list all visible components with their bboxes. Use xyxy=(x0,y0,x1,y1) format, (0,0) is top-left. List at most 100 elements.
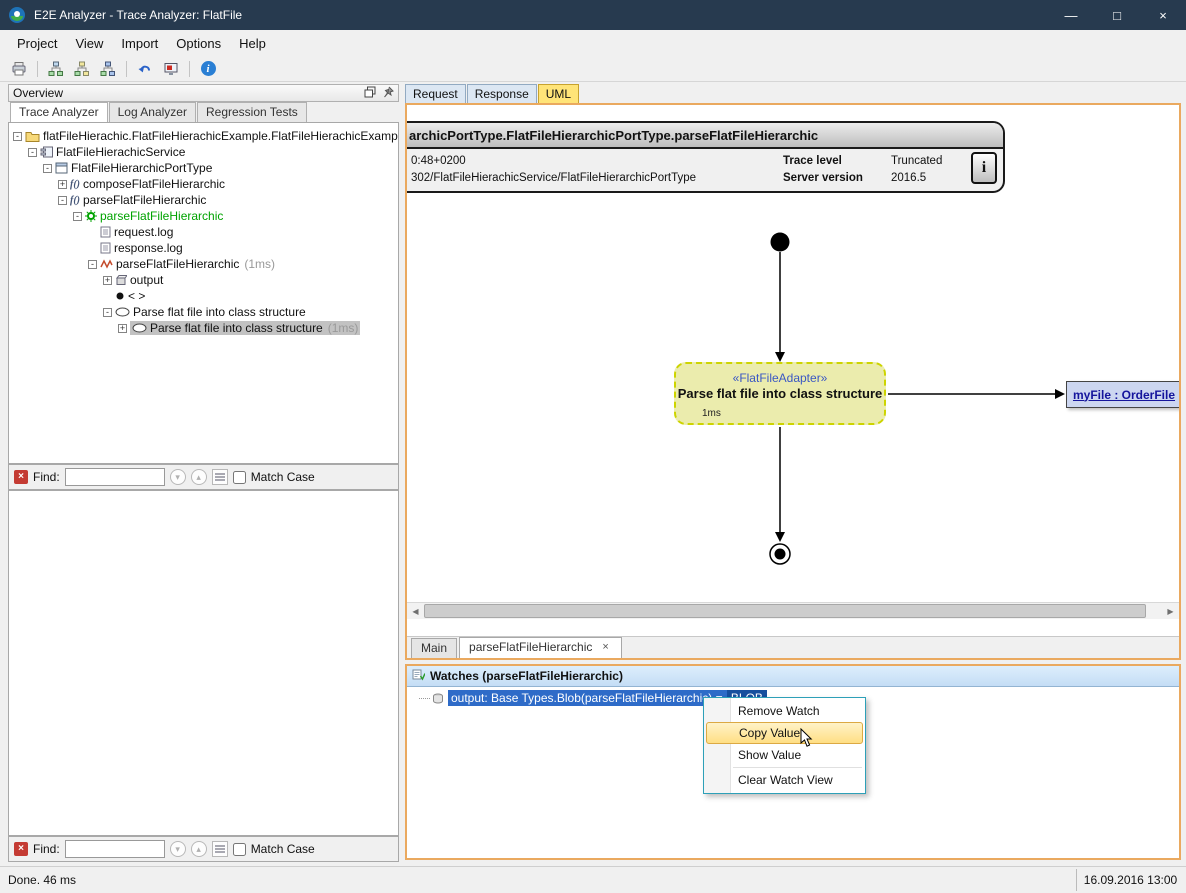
tab-request[interactable]: Request xyxy=(405,84,466,103)
trace-overview-icon[interactable] xyxy=(45,58,67,80)
scroll-right-icon[interactable]: ▶ xyxy=(1162,603,1179,619)
tree-item-example-root[interactable]: - flatFileHierachic.FlatFileHierachicExa… xyxy=(9,128,398,144)
tab-trace-analyzer[interactable]: Trace Analyzer xyxy=(10,102,108,123)
pin-icon[interactable] xyxy=(382,86,394,101)
toolbar-separator xyxy=(37,61,38,77)
tab-regression-tests[interactable]: Regression Tests xyxy=(197,102,307,122)
tree-item-parse-trace[interactable]: - parseFlatFileHierarchic (1ms) xyxy=(9,256,398,272)
find-options-icon[interactable] xyxy=(212,469,228,485)
horizontal-scrollbar[interactable]: ◀ ▶ xyxy=(407,602,1179,619)
detail-tabs: Request Response UML xyxy=(405,84,579,103)
activity-node-parse[interactable]: «FlatFileAdapter» Parse flat file into c… xyxy=(674,362,886,425)
trace-import-icon[interactable] xyxy=(71,58,93,80)
expander-icon[interactable]: - xyxy=(58,196,67,205)
tree-item-label: FlatFileHierachicService xyxy=(56,145,185,159)
doc-tab-main[interactable]: Main xyxy=(411,638,457,658)
tree-item-parse-action-instance[interactable]: + Parse flat file into class structure (… xyxy=(9,320,398,336)
tree-item-label: FlatFileHierarchicPortType xyxy=(71,161,212,175)
maximize-button[interactable]: □ xyxy=(1094,0,1140,30)
find-prev-icon[interactable]: ▴ xyxy=(191,469,207,485)
tree-item-service[interactable]: - FlatFileHierachicService xyxy=(9,144,398,160)
server-version-value: 2016.5 xyxy=(891,172,963,184)
title-bar: E2E Analyzer - Trace Analyzer: FlatFile … xyxy=(0,0,1186,30)
find-input[interactable] xyxy=(65,840,165,858)
tree-item-porttype[interactable]: - FlatFileHierarchicPortType xyxy=(9,160,398,176)
tree-item-duration: (1ms) xyxy=(244,257,275,271)
menu-options[interactable]: Options xyxy=(167,32,230,55)
expander-icon[interactable]: - xyxy=(13,132,22,141)
tree-item-request-log[interactable]: request.log xyxy=(9,224,398,240)
tree-item-response-log[interactable]: response.log xyxy=(9,240,398,256)
toolbar-separator xyxy=(126,61,127,77)
trace-info-row: 302/FlatFileHierachicService/FlatFileHie… xyxy=(411,169,963,186)
close-find-icon[interactable]: × xyxy=(14,842,28,856)
watch-expression: output: Base Types.Blob(parseFlatFileHie… xyxy=(448,690,727,706)
tree-item-label: composeFlatFileHierarchic xyxy=(83,177,225,191)
print-icon[interactable] xyxy=(8,58,30,80)
tree-connector xyxy=(419,698,430,699)
tab-log-analyzer[interactable]: Log Analyzer xyxy=(109,102,196,122)
menu-item-clear-watch-view[interactable]: Clear Watch View xyxy=(704,769,865,791)
menu-item-show-value[interactable]: Show Value xyxy=(704,744,865,766)
match-case-checkbox[interactable] xyxy=(233,843,246,856)
tree-item-output[interactable]: + output xyxy=(9,272,398,288)
tree-item-label: Parse flat file into class structure xyxy=(150,321,323,335)
menu-import[interactable]: Import xyxy=(112,32,167,55)
menu-view[interactable]: View xyxy=(66,32,112,55)
menu-bar: Project View Import Options Help xyxy=(0,30,1186,56)
tree-item-parse-active[interactable]: - parseFlatFileHierarchic xyxy=(9,208,398,224)
info-detail-button[interactable]: i xyxy=(971,152,997,184)
doc-tab-parse[interactable]: parseFlatFileHierarchic × xyxy=(459,637,622,658)
scroll-left-icon[interactable]: ◀ xyxy=(407,603,424,619)
expander-icon[interactable]: - xyxy=(103,308,112,317)
tab-uml[interactable]: UML xyxy=(538,84,579,103)
object-node-myfile[interactable]: myFile : OrderFile xyxy=(1066,381,1179,408)
menu-project[interactable]: Project xyxy=(8,32,66,55)
match-case-checkbox[interactable] xyxy=(233,471,246,484)
expander-icon[interactable]: - xyxy=(43,164,52,173)
tab-response[interactable]: Response xyxy=(467,84,537,103)
find-options-icon[interactable] xyxy=(212,841,228,857)
trace-info-box: archicPortType.FlatFileHierarchicPortTyp… xyxy=(407,121,1005,193)
find-next-icon[interactable]: ▾ xyxy=(170,841,186,857)
trace-info-row: 0:48+0200 Trace level Truncated xyxy=(411,152,963,169)
object-label: myFile : OrderFile xyxy=(1073,388,1175,402)
action-icon xyxy=(115,307,130,317)
tree-item-label: parseFlatFileHierarchic xyxy=(83,193,206,207)
tree-item-compose-operation[interactable]: + f() composeFlatFileHierarchic xyxy=(9,176,398,192)
status-message: Done. 46 ms xyxy=(8,867,76,893)
expander-icon[interactable]: - xyxy=(88,260,97,269)
screen-icon[interactable] xyxy=(160,58,182,80)
expander-icon[interactable]: + xyxy=(118,324,127,333)
watches-title: Watches (parseFlatFileHierarchic) xyxy=(430,669,623,683)
find-prev-icon[interactable]: ▴ xyxy=(191,841,207,857)
doc-tab-label: parseFlatFileHierarchic xyxy=(469,640,592,654)
undo-icon[interactable] xyxy=(134,58,156,80)
match-case-label: Match Case xyxy=(251,842,315,856)
uml-diagram-canvas[interactable]: archicPortType.FlatFileHierarchicPortTyp… xyxy=(407,105,1179,619)
expander-icon[interactable]: + xyxy=(58,180,67,189)
menu-help[interactable]: Help xyxy=(230,32,275,55)
scrollbar-thumb[interactable] xyxy=(424,604,1146,618)
info-icon[interactable]: i xyxy=(197,58,219,80)
log-file-icon xyxy=(100,242,111,254)
expander-icon[interactable]: - xyxy=(73,212,82,221)
menu-item-remove-watch[interactable]: Remove Watch xyxy=(704,700,865,722)
tree-item-parse-operation[interactable]: - f() parseFlatFileHierarchic xyxy=(9,192,398,208)
expander-icon[interactable]: + xyxy=(103,276,112,285)
float-panel-icon[interactable] xyxy=(364,86,376,101)
menu-item-copy-value[interactable]: Copy Value xyxy=(706,722,863,744)
close-button[interactable]: × xyxy=(1140,0,1186,30)
trace-level-label: Trace level xyxy=(783,155,891,167)
close-find-icon[interactable]: × xyxy=(14,470,28,484)
find-input[interactable] xyxy=(65,468,165,486)
expander-icon[interactable]: - xyxy=(28,148,37,157)
trace-compare-icon[interactable] xyxy=(97,58,119,80)
find-next-icon[interactable]: ▾ xyxy=(170,469,186,485)
tree-item-parse-action[interactable]: - Parse flat file into class structure xyxy=(9,304,398,320)
close-tab-icon[interactable]: × xyxy=(599,640,611,654)
minimize-button[interactable]: — xyxy=(1048,0,1094,30)
find-label: Find: xyxy=(33,470,60,484)
tree-item-empty-tag[interactable]: < > xyxy=(9,288,398,304)
menu-separator xyxy=(733,767,862,768)
